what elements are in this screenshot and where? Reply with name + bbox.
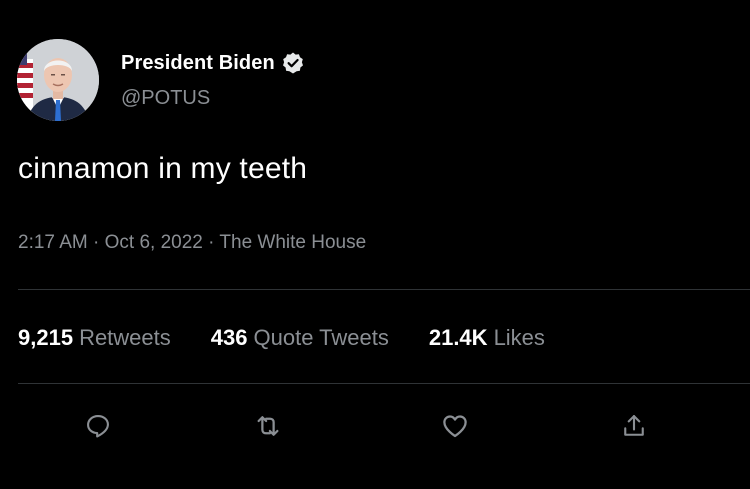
likes-count: 21.4K (428, 325, 488, 350)
like-button[interactable] (437, 408, 473, 444)
retweet-icon (257, 416, 279, 436)
meta-separator: · (87, 232, 105, 253)
display-name-row[interactable]: President Biden (121, 50, 305, 76)
quote-tweets-label: Quote Tweets (253, 325, 389, 350)
retweets-stat[interactable]: 9,215 Retweets (18, 325, 171, 351)
heart-icon (443, 415, 467, 438)
divider (18, 289, 750, 290)
verified-badge-icon (281, 51, 305, 75)
likes-stat[interactable]: 21.4K Likes (429, 325, 545, 351)
tweet-source[interactable]: The White House (219, 232, 366, 253)
presidential-portrait-avatar-icon (17, 39, 99, 121)
tweet-stats: 9,215 Retweets 436 Quote Tweets 21.4K Likes (18, 325, 585, 351)
reply-icon (87, 415, 109, 438)
reply-button[interactable] (80, 408, 116, 444)
share-icon (624, 415, 644, 436)
avatar[interactable] (17, 39, 99, 121)
meta-separator: · (202, 232, 220, 253)
divider (18, 383, 750, 384)
retweet-button[interactable] (250, 408, 286, 444)
tweet-date[interactable]: Oct 6, 2022 (105, 232, 203, 253)
user-handle[interactable]: @POTUS (121, 87, 210, 110)
quote-tweets-count: 436 (210, 325, 248, 350)
tweet-text: cinnamon in my teeth (18, 152, 308, 185)
tweet-actions (0, 408, 750, 448)
quote-tweets-stat[interactable]: 436 Quote Tweets (211, 325, 389, 351)
tweet-card: President Biden @POTUS cinnamon in my te… (0, 0, 750, 489)
likes-label: Likes (493, 325, 545, 350)
tweet-metadata: 2:17 AM · Oct 6, 2022 · The White House (18, 232, 366, 254)
tweet-time[interactable]: 2:17 AM (18, 232, 88, 253)
retweets-count: 9,215 (18, 325, 74, 350)
display-name[interactable]: President Biden (121, 52, 275, 75)
share-button[interactable] (616, 408, 652, 444)
retweets-label: Retweets (79, 325, 171, 350)
